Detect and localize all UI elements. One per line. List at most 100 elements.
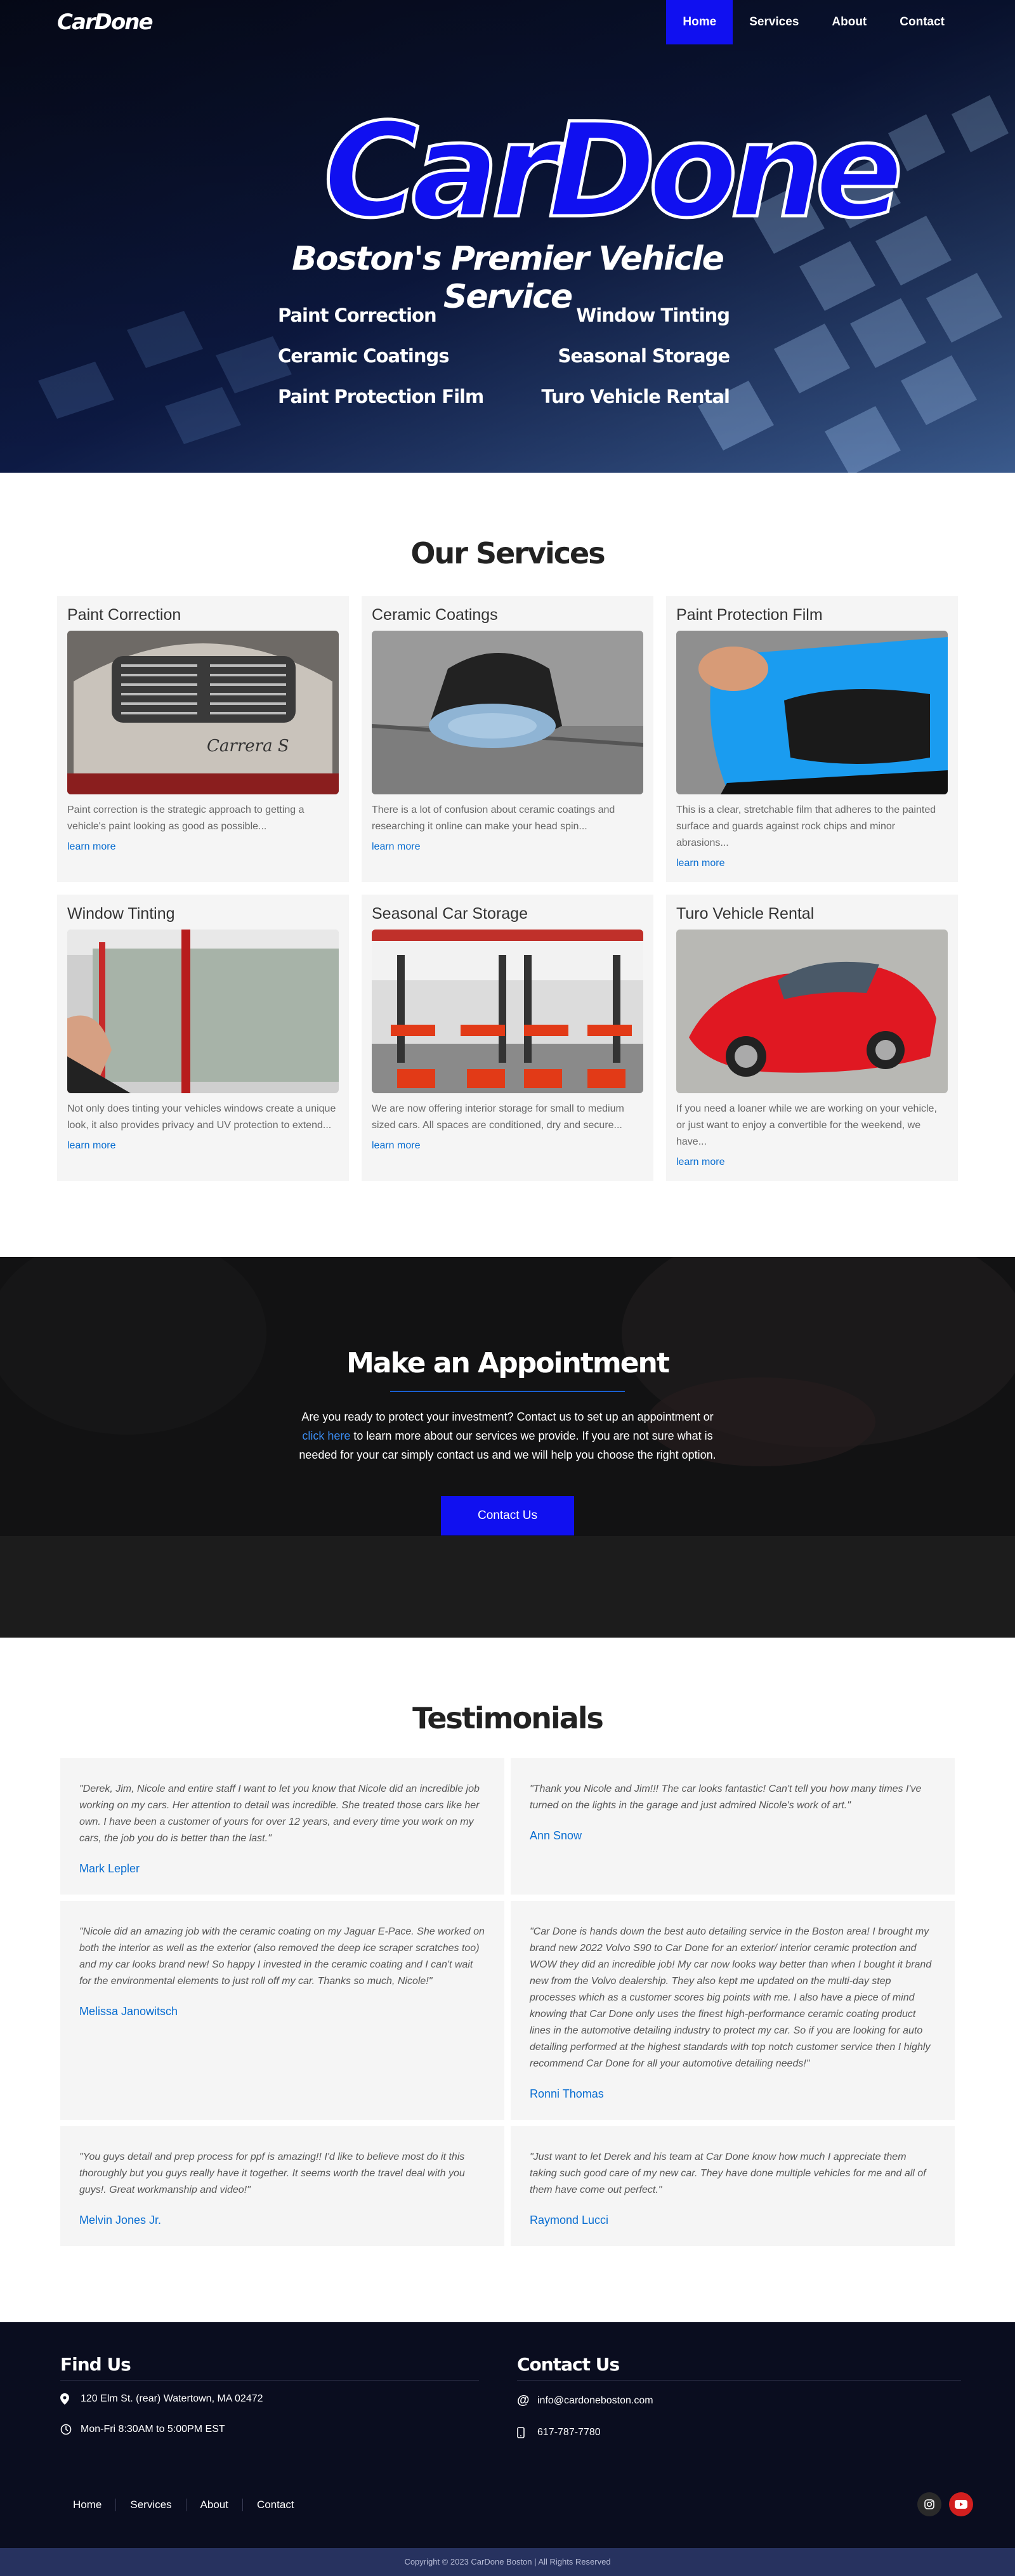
hours-row: Mon-Fri 8:30AM to 5:00PM EST: [60, 2424, 517, 2435]
services-section: Our Services Paint Correction Carrera S …: [0, 473, 1015, 1257]
testimonial-author: Melvin Jones Jr.: [79, 2214, 162, 2226]
nav-home[interactable]: Home: [666, 0, 733, 44]
hero-logo: CarDone: [322, 96, 905, 247]
hero-service-item: Ceramic Coatings: [278, 345, 450, 367]
top-nav-bar: CarDone Home Services About Contact: [0, 0, 1015, 44]
appointment-text-start: Are you ready to protect your investment…: [301, 1410, 714, 1423]
paint-correction-image: Carrera S: [67, 631, 339, 794]
testimonial-card: "Car Done is hands down the best auto de…: [511, 1901, 955, 2120]
learn-more-link[interactable]: learn more: [676, 858, 724, 869]
find-us-column: Find Us 120 Elm St. (rear) Watertown, MA…: [60, 2354, 517, 2438]
card-title: Paint Protection Film: [676, 606, 823, 624]
phone-icon: [517, 2427, 537, 2438]
service-card-ceramic-coatings: Ceramic Coatings There is a lot of confu…: [362, 596, 653, 882]
email-row: @ info@cardoneboston.com: [517, 2393, 955, 2408]
testimonial-author: Ann Snow: [530, 1829, 582, 1842]
map-pin-icon: [60, 2393, 81, 2405]
card-description: Not only does tinting your vehicles wind…: [67, 1103, 336, 1131]
testimonial-card: "Derek, Jim, Nicole and entire staff I w…: [60, 1758, 504, 1895]
at-icon: @: [517, 2393, 530, 2407]
window-tinting-image: [67, 930, 339, 1093]
email-text[interactable]: info@cardoneboston.com: [537, 2395, 653, 2407]
testimonial-author: Melissa Janowitsch: [79, 2005, 178, 2018]
learn-more-link[interactable]: learn more: [372, 841, 420, 853]
main-nav: Home Services About Contact: [666, 0, 961, 44]
address-text: 120 Elm St. (rear) Watertown, MA 02472: [81, 2393, 263, 2404]
hero-service-list: Paint Correction Window Tinting Ceramic …: [278, 303, 730, 409]
click-here-link[interactable]: click here: [302, 1429, 350, 1442]
nav-services[interactable]: Services: [733, 0, 815, 44]
service-card-paint-correction: Paint Correction Carrera S Paint correct…: [57, 596, 349, 882]
testimonials-title: Testimonials: [412, 1701, 604, 1735]
title-underline: [390, 1391, 625, 1392]
footer-nav-services[interactable]: Services: [115, 2499, 185, 2511]
turo-rental-image: [676, 930, 948, 1093]
hero-content: CarDone Boston's Premier Vehicle Service…: [0, 0, 1015, 473]
card-description: Paint correction is the strategic approa…: [67, 805, 304, 832]
instagram-icon[interactable]: [917, 2492, 941, 2516]
footer-nav-home[interactable]: Home: [60, 2499, 115, 2511]
phone-text[interactable]: 617-787-7780: [537, 2427, 601, 2438]
appointment-text: Are you ready to protect your investment…: [298, 1407, 717, 1464]
card-description: We are now offering interior storage for…: [372, 1103, 624, 1131]
card-description: There is a lot of confusion about cerami…: [372, 805, 615, 832]
hero-service-item: Paint Protection Film: [278, 386, 484, 407]
social-links: [917, 2492, 973, 2516]
card-title: Window Tinting: [67, 905, 175, 923]
learn-more-link[interactable]: learn more: [372, 1140, 420, 1152]
phone-row: 617-787-7780: [517, 2427, 955, 2438]
testimonial-card: "Thank you Nicole and Jim!!! The car loo…: [511, 1758, 955, 1895]
card-description: This is a clear, stretchable film that a…: [676, 805, 936, 848]
hero-service-item: Seasonal Storage: [558, 345, 730, 367]
testimonial-quote: "Thank you Nicole and Jim!!! The car loo…: [530, 1784, 922, 1811]
find-us-title: Find Us: [60, 2354, 479, 2381]
testimonial-quote: "You guys detail and prep process for pp…: [79, 2152, 465, 2195]
contact-us-button[interactable]: Contact Us: [441, 1496, 574, 1535]
card-title: Paint Correction: [67, 606, 181, 624]
testimonial-quote: "Car Done is hands down the best auto de…: [530, 1926, 932, 2069]
copyright-bar: Copyright © 2023 CarDone Boston | All Ri…: [0, 2548, 1015, 2576]
testimonial-quote: "Nicole did an amazing job with the cera…: [79, 1926, 485, 1987]
hero-service-item: Turo Vehicle Rental: [541, 386, 730, 407]
service-card-turo-rental: Turo Vehicle Rental If you need a loaner…: [666, 895, 958, 1181]
ceramic-coatings-image: [372, 631, 643, 794]
testimonial-card: "Nicole did an amazing job with the cera…: [60, 1901, 504, 2120]
testimonials-grid: "Derek, Jim, Nicole and entire staff I w…: [60, 1758, 955, 2246]
learn-more-link[interactable]: learn more: [676, 1157, 724, 1168]
footer-nav-about[interactable]: About: [185, 2499, 242, 2511]
learn-more-link[interactable]: learn more: [67, 841, 115, 853]
youtube-icon[interactable]: [949, 2492, 973, 2516]
service-card-window-tinting: Window Tinting Not only does tinting you…: [57, 895, 349, 1181]
hero-service-item: Paint Correction: [278, 305, 437, 326]
testimonial-quote: "Derek, Jim, Nicole and entire staff I w…: [79, 1784, 480, 1844]
clock-icon: [60, 2424, 81, 2435]
testimonial-author: Mark Lepler: [79, 1862, 140, 1875]
nav-about[interactable]: About: [815, 0, 883, 44]
card-description: If you need a loaner while we are workin…: [676, 1103, 937, 1147]
testimonial-author: Raymond Lucci: [530, 2214, 609, 2226]
appointment-section: Make an Appointment Are you ready to pro…: [0, 1257, 1015, 1638]
testimonial-card: "Just want to let Derek and his team at …: [511, 2126, 955, 2246]
hero-section: CarDone Boston's Premier Vehicle Service…: [0, 0, 1015, 473]
site-footer: Find Us 120 Elm St. (rear) Watertown, MA…: [0, 2322, 1015, 2576]
appointment-text-end: to learn more about our services we prov…: [299, 1429, 716, 1461]
testimonial-author: Ronni Thomas: [530, 2087, 604, 2100]
testimonials-section: Testimonials "Derek, Jim, Nicole and ent…: [0, 1638, 1015, 2322]
appointment-title: Make an Appointment: [346, 1347, 670, 1379]
seasonal-storage-image: [372, 930, 643, 1093]
learn-more-link[interactable]: learn more: [67, 1140, 115, 1152]
address-row: 120 Elm St. (rear) Watertown, MA 02472: [60, 2393, 517, 2405]
card-title: Ceramic Coatings: [372, 606, 498, 624]
footer-nav-contact[interactable]: Contact: [242, 2499, 308, 2511]
nav-contact[interactable]: Contact: [883, 0, 961, 44]
testimonial-card: "You guys detail and prep process for pp…: [60, 2126, 504, 2246]
site-logo[interactable]: CarDone: [57, 10, 154, 35]
footer-nav: Home Services About Contact: [60, 2499, 308, 2511]
svg-text:Carrera S: Carrera S: [207, 737, 289, 756]
service-card-seasonal-storage: Seasonal Car Storage We are now offering…: [362, 895, 653, 1181]
footer-columns: Find Us 120 Elm St. (rear) Watertown, MA…: [60, 2354, 961, 2438]
contact-column: Contact Us @ info@cardoneboston.com 617-…: [517, 2354, 961, 2438]
service-card-paint-protection-film: Paint Protection Film This is a clear, s…: [666, 596, 958, 882]
hours-text: Mon-Fri 8:30AM to 5:00PM EST: [81, 2424, 225, 2435]
paint-protection-film-image: [676, 631, 948, 794]
